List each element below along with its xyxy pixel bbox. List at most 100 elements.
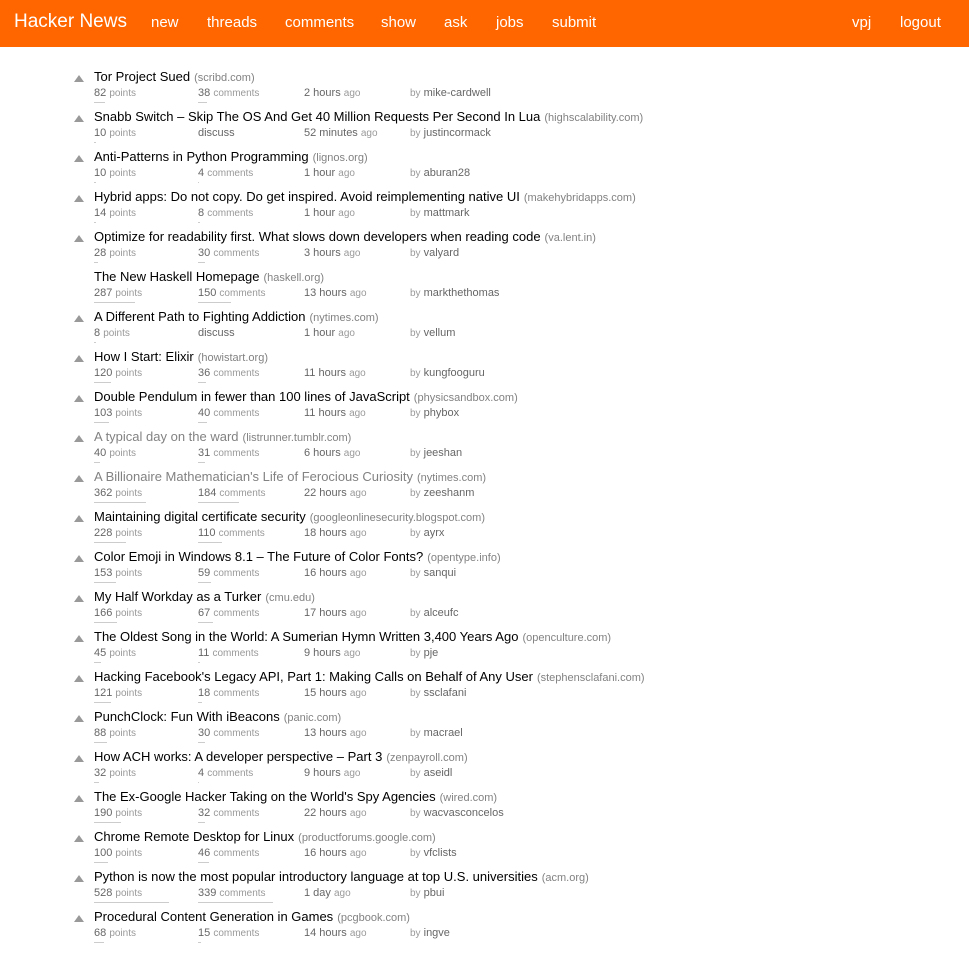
upvote-arrow-icon[interactable] (74, 915, 84, 922)
upvote-arrow-icon[interactable] (74, 675, 84, 682)
author-link[interactable]: mike-cardwell (424, 87, 491, 99)
story-comments-link[interactable]: 150 comments (198, 287, 266, 299)
story-title-link[interactable]: Procedural Content Generation in Games (94, 909, 333, 924)
author-link[interactable]: zeeshanm (424, 487, 475, 499)
story-comments-link[interactable]: 15 comments (198, 927, 259, 939)
author-link[interactable]: vfclists (424, 847, 457, 859)
upvote-arrow-icon[interactable] (74, 75, 84, 82)
author-link[interactable]: aseidl (424, 767, 453, 779)
story-comments-link[interactable]: discuss (198, 327, 235, 339)
story-title-link[interactable]: Color Emoji in Windows 8.1 – The Future … (94, 549, 423, 564)
author-link[interactable]: jeeshan (424, 447, 463, 459)
story-title-link[interactable]: Snabb Switch – Skip The OS And Get 40 Mi… (94, 109, 540, 124)
story-title-link[interactable]: How I Start: Elixir (94, 349, 194, 364)
story-title-link[interactable]: How ACH works: A developer perspective –… (94, 749, 382, 764)
nav-comments-link[interactable]: comments (285, 14, 354, 31)
upvote-arrow-icon[interactable] (74, 155, 84, 162)
author-link[interactable]: vellum (424, 327, 456, 339)
author-link[interactable]: ingve (424, 927, 450, 939)
user-profile-link[interactable]: vpj (852, 14, 871, 31)
author-link[interactable]: kungfooguru (424, 367, 485, 379)
nav-ask-link[interactable]: ask (444, 14, 467, 31)
logout-link[interactable]: logout (900, 14, 941, 31)
story-comments-link[interactable]: 36 comments (198, 367, 259, 379)
upvote-arrow-icon[interactable] (74, 395, 84, 402)
story-title-link[interactable]: Hacking Facebook's Legacy API, Part 1: M… (94, 669, 533, 684)
story-title-link[interactable]: A Billionaire Mathematician's Life of Fe… (94, 469, 413, 484)
story-comments-link[interactable]: 184 comments (198, 487, 266, 499)
upvote-arrow-icon[interactable] (74, 515, 84, 522)
nav-show-link[interactable]: show (381, 14, 416, 31)
story-title-link[interactable]: Optimize for readability first. What slo… (94, 229, 541, 244)
nav-threads-link[interactable]: threads (207, 14, 257, 31)
story-title-link[interactable]: Python is now the most popular introduct… (94, 869, 538, 884)
story-comments-link[interactable]: 40 comments (198, 407, 259, 419)
story-title-link[interactable]: My Half Workday as a Turker (94, 589, 261, 604)
story-title-link[interactable]: The Ex-Google Hacker Taking on the World… (94, 789, 436, 804)
story-title-link[interactable]: Anti-Patterns in Python Programming (94, 149, 309, 164)
story-title-link[interactable]: The New Haskell Homepage (94, 269, 259, 284)
upvote-arrow-icon[interactable] (74, 315, 84, 322)
story-comments-link[interactable]: 30 comments (198, 247, 259, 259)
site-brand-link[interactable]: Hacker News (14, 11, 127, 33)
story-title-link[interactable]: Double Pendulum in fewer than 100 lines … (94, 389, 410, 404)
story-comments-link[interactable]: 11 comments (198, 647, 259, 659)
nav-submit-link[interactable]: submit (552, 14, 596, 31)
upvote-arrow-icon[interactable] (74, 355, 84, 362)
story-comments-link[interactable]: 8 comments (198, 207, 253, 219)
nav-jobs-link[interactable]: jobs (496, 14, 524, 31)
author-link[interactable]: phybox (424, 407, 459, 419)
author-link[interactable]: justincormack (424, 127, 491, 139)
story-title-link[interactable]: The Oldest Song in the World: A Sumerian… (94, 629, 518, 644)
story-comments-link[interactable]: 4 comments (198, 167, 253, 179)
age-suffix: ago (360, 128, 378, 139)
story-comments-link[interactable]: 38 comments (198, 87, 259, 99)
story-comments-link[interactable]: 59 comments (198, 567, 259, 579)
upvote-arrow-icon[interactable] (74, 595, 84, 602)
author-link[interactable]: aburan28 (424, 167, 471, 179)
author-link[interactable]: ssclafani (424, 687, 467, 699)
story-comments-link[interactable]: 4 comments (198, 767, 253, 779)
upvote-arrow-icon[interactable] (74, 635, 84, 642)
story-title-link[interactable]: Hybrid apps: Do not copy. Do get inspire… (94, 189, 520, 204)
upvote-arrow-icon[interactable] (74, 795, 84, 802)
story-comments-link[interactable]: discuss (198, 127, 235, 139)
upvote-arrow-icon[interactable] (74, 475, 84, 482)
author-link[interactable]: wacvasconcelos (424, 807, 504, 819)
story-comments-link[interactable]: 110 comments (198, 527, 265, 539)
author-link[interactable]: pbui (424, 887, 445, 899)
upvote-arrow-icon[interactable] (74, 195, 84, 202)
author-link[interactable]: ayrx (424, 527, 445, 539)
upvote-arrow-icon[interactable] (74, 835, 84, 842)
upvote-arrow-icon[interactable] (74, 755, 84, 762)
author-link[interactable]: pje (424, 647, 439, 659)
story-comments-link[interactable]: 18 comments (198, 687, 259, 699)
age-value: 1 day (304, 887, 331, 899)
author-link[interactable]: alceufc (424, 607, 459, 619)
story-comments-link[interactable]: 339 comments (198, 887, 266, 899)
upvote-arrow-icon[interactable] (74, 715, 84, 722)
story-title-link[interactable]: PunchClock: Fun With iBeacons (94, 709, 280, 724)
upvote-arrow-icon[interactable] (74, 115, 84, 122)
nav-new-link[interactable]: new (151, 14, 179, 31)
story-title-link[interactable]: Maintaining digital certificate security (94, 509, 306, 524)
story-title-link[interactable]: Chrome Remote Desktop for Linux (94, 829, 294, 844)
author-link[interactable]: valyard (424, 247, 459, 259)
story-comments-link[interactable]: 67 comments (198, 607, 259, 619)
author-link[interactable]: sanqui (424, 567, 456, 579)
upvote-arrow-icon[interactable] (74, 435, 84, 442)
upvote-arrow-icon[interactable] (74, 235, 84, 242)
story-comments-link[interactable]: 31 comments (198, 447, 259, 459)
author-link[interactable]: macrael (424, 727, 463, 739)
story-title-link[interactable]: A Different Path to Fighting Addiction (94, 309, 306, 324)
upvote-arrow-icon[interactable] (74, 875, 84, 882)
story-comments-link[interactable]: 46 comments (198, 847, 259, 859)
story-title-link[interactable]: Tor Project Sued (94, 69, 190, 84)
upvote-arrow-icon[interactable] (74, 555, 84, 562)
by-label: by (410, 248, 421, 259)
author-link[interactable]: mattmark (424, 207, 470, 219)
story-title-link[interactable]: A typical day on the ward (94, 429, 239, 444)
author-link[interactable]: markthethomas (424, 287, 500, 299)
story-comments-link[interactable]: 30 comments (198, 727, 259, 739)
story-comments-link[interactable]: 32 comments (198, 807, 259, 819)
